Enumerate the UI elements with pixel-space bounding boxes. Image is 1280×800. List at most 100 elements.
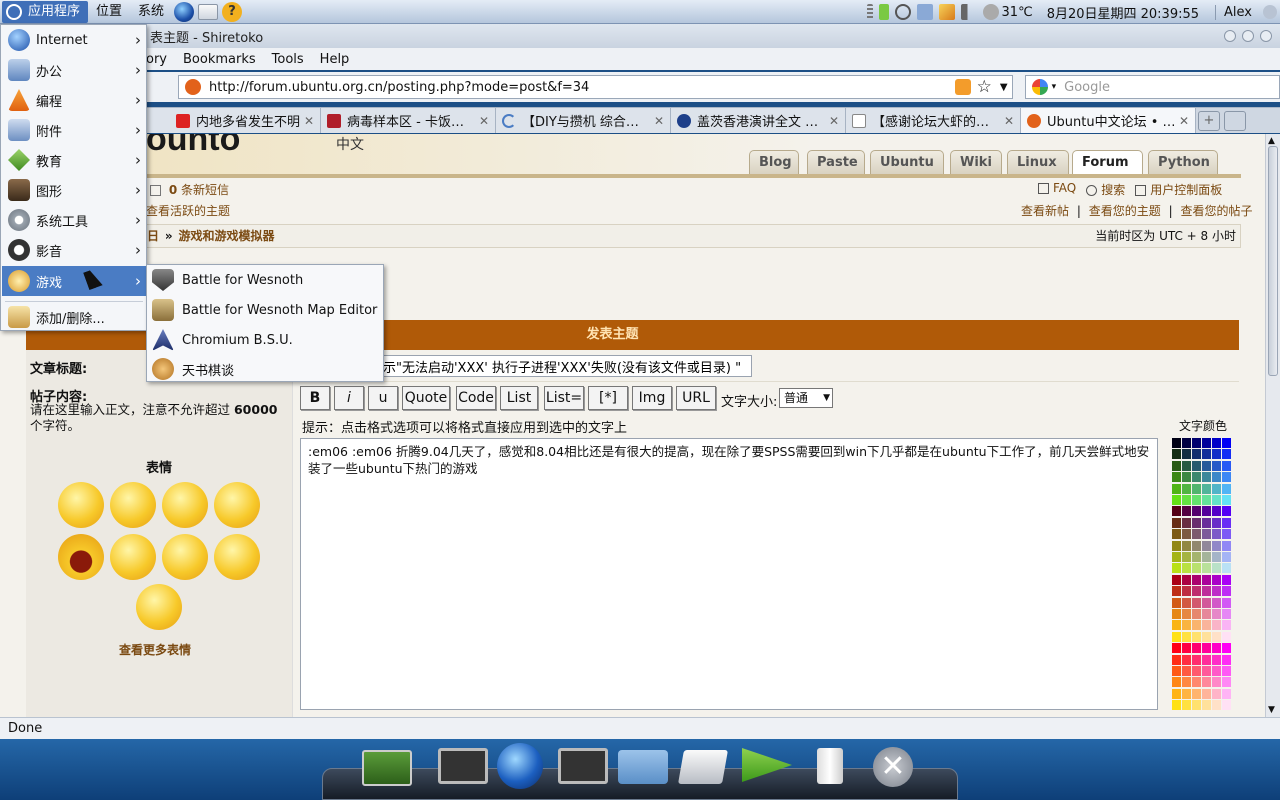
bookmark-star-icon[interactable]: ☆ <box>977 77 992 97</box>
search-engine-dropdown-icon[interactable]: ▾ <box>1052 82 1057 92</box>
pm-link[interactable]: 0 条新短信 <box>150 181 229 198</box>
color-swatch[interactable] <box>1222 540 1231 551</box>
places-menu[interactable]: 位置 <box>88 1 130 23</box>
color-swatch[interactable] <box>1202 700 1211 711</box>
color-swatch[interactable] <box>1222 438 1231 448</box>
quote-button[interactable]: Quote <box>402 386 450 410</box>
color-swatch[interactable] <box>1182 631 1191 642</box>
minimize-icon[interactable] <box>1224 30 1236 42</box>
smiley-tongue-icon[interactable] <box>110 482 156 528</box>
color-swatch[interactable] <box>1202 620 1211 631</box>
color-swatch[interactable] <box>1212 597 1221 608</box>
color-swatch[interactable] <box>1222 700 1231 711</box>
site-tab-linux[interactable]: Linux <box>1007 150 1069 174</box>
firefox-launcher-icon[interactable] <box>174 1 195 22</box>
color-swatch[interactable] <box>1222 574 1231 585</box>
color-swatch[interactable] <box>1202 506 1211 517</box>
color-swatch[interactable] <box>1192 483 1201 494</box>
screenshot-icon[interactable] <box>916 4 933 20</box>
volume-icon[interactable] <box>960 4 977 20</box>
color-swatch[interactable] <box>1192 631 1201 642</box>
color-swatch[interactable] <box>1182 495 1191 505</box>
site-tab-blog[interactable]: Blog <box>749 150 799 174</box>
color-swatch[interactable] <box>1192 495 1201 505</box>
color-swatch[interactable] <box>1212 654 1221 665</box>
color-swatch[interactable] <box>1182 483 1191 494</box>
battery-icon[interactable] <box>878 4 889 20</box>
menu-item-office[interactable]: 办公 › <box>2 56 146 84</box>
google-icon[interactable] <box>1031 79 1048 95</box>
color-swatch[interactable] <box>1182 620 1191 631</box>
trash-icon[interactable] <box>817 748 843 784</box>
system-menu[interactable]: 系统 <box>130 1 172 23</box>
color-swatch[interactable] <box>1212 631 1221 642</box>
color-swatch[interactable] <box>1192 586 1201 597</box>
post-body-textarea[interactable]: :em06 :em06 折腾9.04几天了，感觉和8.04相比还是有很大的提高，… <box>300 438 1158 710</box>
color-swatch[interactable] <box>1172 472 1181 483</box>
color-swatch[interactable] <box>1172 688 1181 699</box>
color-swatch[interactable] <box>1182 506 1191 517</box>
color-swatch[interactable] <box>1212 438 1221 448</box>
tab-6-active[interactable]: Ubuntu中文论坛 • … ✕ <box>1021 108 1196 133</box>
temperature[interactable]: 31℃ <box>1002 5 1033 20</box>
terminal-2-icon[interactable] <box>558 748 608 784</box>
color-swatch[interactable] <box>1172 438 1181 448</box>
terminal-icon[interactable] <box>438 748 488 784</box>
clock[interactable]: 8月20日星期四 20:39:55 <box>1047 3 1199 22</box>
power-icon[interactable] <box>1263 5 1277 19</box>
color-swatch[interactable] <box>1212 552 1221 562</box>
menu-item-accessories[interactable]: 附件 › <box>2 116 146 144</box>
color-swatch[interactable] <box>1222 506 1231 517</box>
color-swatch[interactable] <box>1172 620 1181 631</box>
color-swatch[interactable] <box>1222 517 1231 528</box>
color-swatch[interactable] <box>1222 529 1231 540</box>
color-swatch[interactable] <box>1182 529 1191 540</box>
color-swatch[interactable] <box>1202 517 1211 528</box>
list-ordered-button[interactable]: List= <box>544 386 584 410</box>
color-swatch[interactable] <box>1192 677 1201 688</box>
color-swatch[interactable] <box>1182 517 1191 528</box>
color-swatch[interactable] <box>1172 597 1181 608</box>
site-tab-forum[interactable]: Forum <box>1072 150 1143 175</box>
color-swatch[interactable] <box>1202 460 1211 471</box>
color-swatch[interactable] <box>1192 609 1201 619</box>
network-icon[interactable] <box>894 4 911 20</box>
tab-list-button[interactable] <box>1224 111 1246 131</box>
color-swatch[interactable] <box>1182 643 1191 654</box>
smiley-icon[interactable] <box>58 482 104 528</box>
color-swatch[interactable] <box>1192 460 1201 471</box>
color-swatch[interactable] <box>1172 449 1181 460</box>
color-swatch[interactable] <box>1212 483 1221 494</box>
color-swatch[interactable] <box>1172 517 1181 528</box>
color-swatch[interactable] <box>1222 586 1231 597</box>
color-swatch[interactable] <box>1182 597 1191 608</box>
tab-2[interactable]: 病毒样本区 - 卡饭… ✕ <box>321 108 496 133</box>
site-tab-paste[interactable]: Paste <box>807 150 865 174</box>
color-swatch[interactable] <box>1222 666 1231 676</box>
color-swatch[interactable] <box>1202 438 1211 448</box>
color-swatch[interactable] <box>1212 643 1221 654</box>
tab-close-icon[interactable]: ✕ <box>829 114 839 128</box>
folder-icon[interactable] <box>618 750 668 784</box>
smiley-sweat-icon[interactable] <box>110 534 156 580</box>
color-swatch[interactable] <box>1202 483 1211 494</box>
color-swatch[interactable] <box>1192 620 1201 631</box>
search-link[interactable]: 搜索 <box>1086 181 1125 198</box>
color-swatch[interactable] <box>1222 552 1231 562</box>
color-swatch[interactable] <box>1172 700 1181 711</box>
color-swatch[interactable] <box>1192 472 1201 483</box>
color-swatch[interactable] <box>1192 529 1201 540</box>
close-window-icon[interactable] <box>1260 30 1272 42</box>
smiley-laugh-icon[interactable] <box>214 482 260 528</box>
bold-button[interactable]: B <box>300 386 330 410</box>
color-swatch[interactable] <box>1192 438 1201 448</box>
your-topics-link[interactable]: 查看您的主题 <box>1089 204 1161 218</box>
site-tab-wiki[interactable]: Wiki <box>950 150 1002 174</box>
url-button[interactable]: URL <box>676 386 716 410</box>
menu-item-system-tools[interactable]: 系统工具 › <box>2 206 146 234</box>
color-swatch[interactable] <box>1212 586 1221 597</box>
color-swatch[interactable] <box>1222 620 1231 631</box>
color-swatch[interactable] <box>1182 688 1191 699</box>
edit-icon[interactable] <box>938 4 955 20</box>
color-swatch[interactable] <box>1182 540 1191 551</box>
